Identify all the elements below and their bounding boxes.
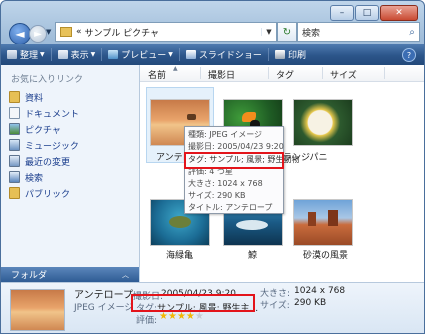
sidebar-item-label: ピクチャ (25, 125, 61, 136)
music-icon (9, 139, 20, 151)
print-icon (274, 50, 285, 59)
star-icon[interactable]: ★ (159, 311, 168, 322)
views-icon (57, 50, 68, 59)
preview-label: プレビュー (121, 51, 167, 61)
window-controls: – □ ✕ (330, 5, 418, 21)
organize-button[interactable]: 整理 ▼ (1, 44, 51, 65)
explorer-window: – □ ✕ ◄ ► ▼ « サンプル ピクチャ ▼ ↻ 検索 ⌕ 整理 ▼ 表示 ▼… (0, 0, 425, 334)
folders-toggle[interactable]: フォルダ ︿ (1, 267, 139, 282)
tooltip-type: 種類: JPEG イメージ (188, 130, 263, 139)
column-size[interactable]: サイズ (330, 68, 357, 81)
chevron-up-icon: ︿ (122, 270, 129, 279)
sidebar-item-music[interactable]: ミュージック (9, 138, 79, 152)
folders-label: フォルダ (11, 271, 48, 281)
address-bar[interactable]: « サンプル ピクチャ ▼ (55, 22, 277, 42)
rating-stars[interactable]: ★★★★★ (159, 311, 204, 322)
favorites-header: お気に入りリンク (11, 75, 84, 85)
document-icon (9, 107, 20, 119)
sidebar-item-search[interactable]: 検索 (9, 170, 43, 184)
command-bar: 整理 ▼ 表示 ▼ プレビュー ▼ スライドショー 印刷 (1, 44, 424, 65)
column-date[interactable]: 撮影日 (208, 68, 235, 81)
folder-icon (60, 27, 72, 37)
details-thumbnail (10, 289, 65, 331)
column-header: ▲ 名前 撮影日 タグ サイズ (140, 65, 424, 82)
sidebar-item-label: 検索 (25, 173, 44, 184)
tooltip-title: タイトル: アンテロープ (188, 203, 273, 212)
file-name[interactable]: 砂漠の風景 (303, 248, 348, 261)
sidebar-item-documents[interactable]: ドキュメント (9, 106, 79, 120)
details-filetype: JPEG イメージ (74, 303, 134, 313)
close-button[interactable]: ✕ (380, 5, 418, 21)
star-icon[interactable]: ★ (168, 311, 177, 322)
sidebar-item-label: 資料 (25, 93, 44, 104)
sidebar-item-pictures[interactable]: ピクチャ (9, 122, 61, 136)
sidebar-item-label: ドキュメント (25, 109, 80, 120)
search-box[interactable]: 検索 ⌕ (297, 22, 420, 42)
sidebar-item-recent[interactable]: 最近の変更 (9, 154, 70, 168)
navigation-pane: お気に入りリンク 資料 ドキュメント ピクチャ ミュージック 最近の変更 検索 … (1, 65, 140, 267)
views-label: 表示 (70, 51, 89, 61)
picture-icon (9, 123, 20, 135)
details-tags-highlight-box (131, 294, 255, 312)
preview-button[interactable]: プレビュー ▼ (102, 44, 179, 65)
tooltip-size: サイズ: 290 KB (188, 191, 246, 200)
frangipani-thumbnail[interactable] (293, 99, 353, 146)
column-name[interactable]: 名前 (148, 68, 166, 81)
tooltip-date: 撮影日: 2005/04/23 9:20 (188, 142, 284, 151)
views-button[interactable]: 表示 ▼ (52, 44, 102, 65)
recent-pages-dropdown-icon[interactable]: ▼ (46, 28, 51, 36)
sidebar-item-label: パブリック (25, 189, 71, 200)
star-icon[interactable]: ★ (195, 311, 204, 322)
star-icon[interactable]: ★ (186, 311, 195, 322)
organize-label: 整理 (20, 51, 39, 61)
desert-thumbnail[interactable] (293, 199, 353, 246)
details-size-label: サイズ: (260, 301, 290, 311)
preview-icon (108, 50, 119, 59)
star-icon[interactable]: ★ (177, 311, 186, 322)
file-info-tooltip: 種類: JPEG イメージ 撮影日: 2005/04/23 9:20 タグ: サ… (184, 126, 299, 214)
folder-icon (9, 187, 20, 199)
details-filename: アンテロープ (74, 290, 133, 301)
address-chevron[interactable]: « (76, 27, 82, 37)
print-label: 印刷 (287, 51, 306, 61)
sidebar-item-label: 最近の変更 (25, 157, 71, 168)
slideshow-button[interactable]: スライドショー (180, 44, 268, 65)
sidebar-item-documents-folder[interactable]: 資料 (9, 90, 43, 104)
forward-button[interactable]: ► (29, 25, 47, 43)
refresh-button[interactable]: ↻ (277, 22, 297, 42)
address-dropdown-icon[interactable]: ▼ (261, 28, 276, 36)
details-rating-label: 評価: (136, 316, 158, 326)
minimize-button[interactable]: – (330, 5, 354, 21)
sort-ascending-icon: ▲ (173, 65, 178, 72)
address-path[interactable]: サンプル ピクチャ (85, 26, 160, 39)
search-folder-icon (9, 171, 20, 183)
sidebar-item-label: ミュージック (25, 141, 79, 152)
maximize-button[interactable]: □ (355, 5, 379, 21)
organize-icon (7, 50, 17, 59)
column-tags[interactable]: タグ (276, 68, 294, 81)
details-size-value: 290 KB (294, 298, 327, 308)
slideshow-icon (185, 50, 196, 59)
folder-icon (9, 91, 20, 103)
slideshow-label: スライドショー (198, 51, 262, 61)
tags-highlight-box (184, 152, 284, 169)
sidebar-item-public[interactable]: パブリック (9, 186, 70, 200)
search-icon[interactable]: ⌕ (405, 27, 419, 38)
details-dimensions-value: 1024 x 768 (294, 286, 346, 296)
tooltip-dimensions: 大きさ: 1024 x 768 (188, 179, 263, 188)
help-button[interactable]: ? (402, 48, 416, 62)
recent-icon (9, 155, 20, 167)
search-input[interactable]: 検索 (298, 26, 405, 39)
file-name[interactable]: 海緑亀 (166, 248, 193, 261)
back-button[interactable]: ◄ (9, 23, 31, 45)
print-button[interactable]: 印刷 (269, 44, 312, 65)
file-name[interactable]: 鯨 (248, 248, 257, 261)
